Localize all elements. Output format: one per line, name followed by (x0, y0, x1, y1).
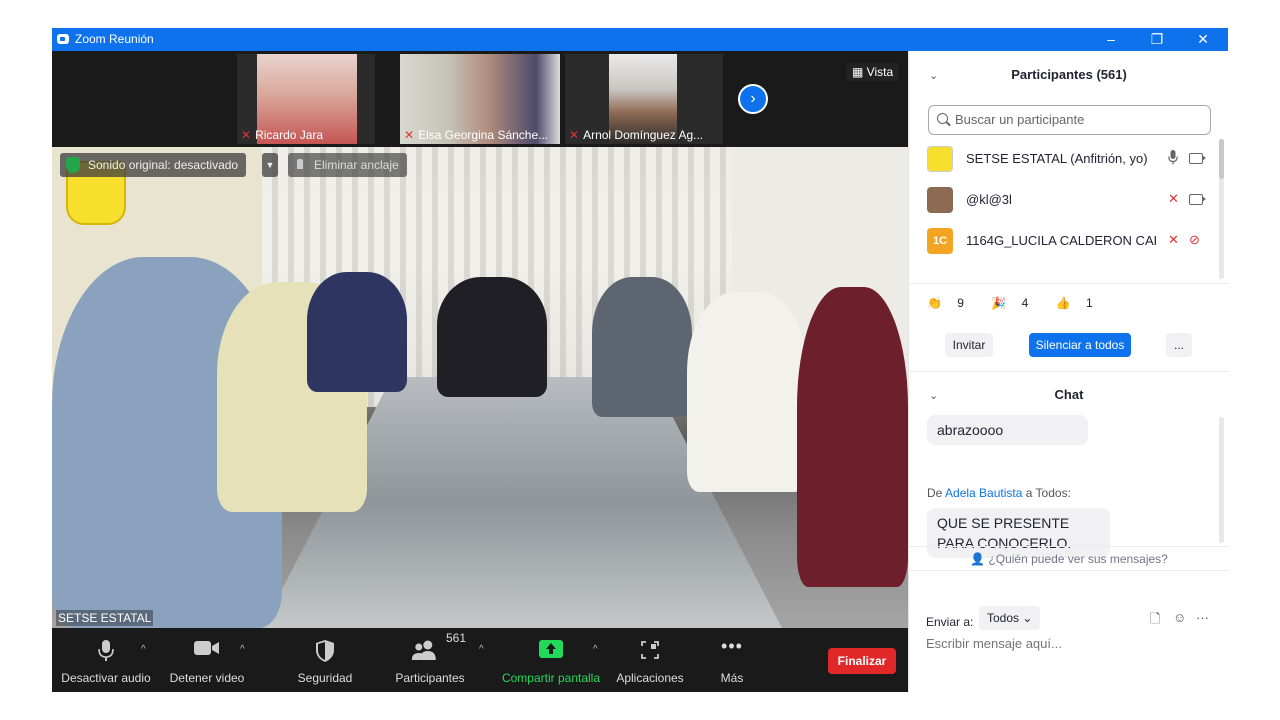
user-icon: 👤 (970, 552, 989, 566)
who-can-see-messages[interactable]: 👤 ¿Quién puede ver sus mensajes? (909, 552, 1229, 566)
video-camera-icon[interactable] (1189, 194, 1206, 205)
chevron-right-icon: › (750, 90, 756, 107)
audio-options-caret[interactable]: ^ (141, 644, 146, 655)
right-panel: ⌄ Participantes (561) Buscar un particip… (908, 51, 1229, 692)
mute-all-button[interactable]: Silenciar a todos (1029, 333, 1131, 357)
grid-icon: ▦ (852, 65, 867, 79)
video-area: ✕ Ricardo Jara ✕ Elsa Georgina Sánche... ✕… (52, 51, 908, 692)
mic-muted-icon[interactable]: ✕ (1168, 191, 1179, 207)
video-off-icon[interactable]: ⊘ (1189, 232, 1200, 248)
chevron-down-icon: ▼ (265, 160, 275, 170)
next-page-button[interactable]: › (738, 84, 768, 114)
participants-button[interactable]: 561 Participantes (386, 628, 474, 692)
participants-scrollbar[interactable] (1219, 139, 1224, 279)
participant-name: @kl@3l (966, 192, 1012, 207)
shield-icon (316, 640, 334, 662)
reaction-party: 🎉 4 (991, 296, 1029, 310)
participant-row[interactable]: SETSE ESTATAL (Anfitrión, yo) (909, 141, 1219, 177)
close-icon[interactable]: ✕ (1180, 28, 1226, 51)
zoom-app-icon (57, 34, 69, 44)
send-to-label: Enviar a: (926, 615, 974, 629)
original-sound-dropdown[interactable]: ▼ (262, 153, 278, 177)
stop-video-button[interactable]: Detener video (162, 628, 252, 692)
chat-scrollbar[interactable] (1219, 417, 1224, 543)
participants-icon (411, 640, 436, 660)
meeting-toolbar: Desactivar audio ^ Detener video ^ Segur… (52, 628, 908, 692)
search-icon (937, 113, 948, 124)
active-speaker-name: SETSE ESTATAL (56, 610, 154, 626)
more-button[interactable]: ••• Más (702, 628, 762, 692)
mic-muted-icon: ✕ (241, 128, 252, 142)
minimize-icon[interactable]: – (1088, 28, 1134, 51)
participant-name: 1164G_LUCILA CALDERON CAR... (966, 233, 1156, 248)
share-options-caret[interactable]: ^ (593, 644, 598, 655)
mic-muted-icon[interactable]: ✕ (1168, 232, 1179, 248)
avatar (927, 187, 953, 213)
chat-sender: De Adela Bautista a Todos: (927, 486, 1071, 500)
mic-muted-icon: ✕ (404, 128, 415, 142)
chat-message: QUE SE PRESENTE PARA CONOCERLO. (927, 508, 1110, 558)
avatar (927, 146, 953, 172)
share-screen-icon (539, 640, 563, 658)
participant-name: SETSE ESTATAL (Anfitrión, yo) (966, 151, 1148, 166)
invite-button[interactable]: Invitar (945, 333, 993, 357)
window-title: Zoom Reunión (75, 32, 154, 46)
thumbnail-name: Elsa Georgina Sánche... (418, 128, 549, 142)
main-video: Sonido original: desactivado ▼ Eliminar … (52, 147, 908, 628)
video-options-caret[interactable]: ^ (240, 644, 245, 655)
title-bar: Zoom Reunión – ❐ ✕ (52, 28, 1228, 51)
chat-message-input[interactable] (926, 636, 1216, 651)
mute-audio-button[interactable]: Desactivar audio (60, 628, 152, 692)
thumbnail-name: Ricardo Jara (255, 128, 324, 142)
thumbnail-tile[interactable]: ✕ Ricardo Jara (237, 54, 375, 144)
more-dots-icon: ••• (721, 636, 743, 656)
share-screen-button[interactable]: Compartir pantalla (498, 628, 604, 692)
apps-button[interactable]: Aplicaciones (610, 628, 690, 692)
view-button[interactable]: ▦ Vista (846, 63, 900, 81)
send-to-dropdown[interactable]: Todos ⌄ (979, 606, 1041, 630)
thumbnail-tile[interactable]: ✕ Elsa Georgina Sánche... (400, 54, 560, 144)
thumbnail-name: Arnol Domínguez Ag... (583, 128, 704, 142)
mic-muted-icon: ✕ (569, 128, 580, 142)
thumbnail-strip: ✕ Ricardo Jara ✕ Elsa Georgina Sánche... ✕… (52, 51, 908, 147)
participants-more-button[interactable]: ... (1166, 333, 1192, 357)
reaction-thumbs-up: 👍 1 (1055, 296, 1093, 310)
participant-row[interactable]: @kl@3l ✕ (909, 182, 1219, 218)
reactions-summary: 👏 9 🎉 4 👍 1 (927, 296, 1117, 310)
microphone-icon[interactable] (1168, 150, 1178, 165)
chat-more-icon[interactable]: ··· (1196, 610, 1209, 625)
security-button[interactable]: Seguridad (288, 628, 362, 692)
shield-check-icon (66, 157, 80, 173)
participants-count: 561 (446, 631, 467, 645)
microphone-icon (98, 640, 114, 661)
thumbnail-tile[interactable]: ✕ Arnol Domínguez Ag... (565, 54, 723, 144)
participants-options-caret[interactable]: ^ (479, 644, 484, 655)
video-camera-icon[interactable] (1189, 153, 1206, 164)
file-icon[interactable]: 🗋 (1150, 610, 1160, 632)
reaction-clap: 👏 9 (927, 296, 964, 310)
restore-icon[interactable]: ❐ (1134, 28, 1180, 51)
pin-icon (297, 159, 303, 169)
avatar: 1C (927, 228, 953, 254)
original-sound-toggle[interactable]: Sonido original: desactivado (60, 153, 247, 177)
chevron-down-icon: ⌄ (1022, 611, 1033, 625)
video-camera-icon (194, 641, 219, 655)
end-meeting-button[interactable]: Finalizar (828, 648, 896, 674)
unpin-button[interactable]: Eliminar anclaje (288, 153, 407, 177)
chat-message: abrazoooo (927, 415, 1088, 445)
participant-search-input[interactable]: Buscar un participante (928, 105, 1211, 135)
participants-title: Participantes (561) (1011, 67, 1127, 82)
chat-title: Chat (1054, 387, 1084, 402)
apps-icon (641, 641, 659, 659)
participant-row[interactable]: 1C 1164G_LUCILA CALDERON CAR... ✕ ⊘ (909, 223, 1219, 259)
emoji-icon[interactable]: ☺ (1173, 610, 1186, 625)
zoom-window: Zoom Reunión – ❐ ✕ ✕ Ricardo Jara ✕ Elsa G… (52, 28, 1229, 692)
sender-name-link[interactable]: Adela Bautista (945, 486, 1022, 500)
